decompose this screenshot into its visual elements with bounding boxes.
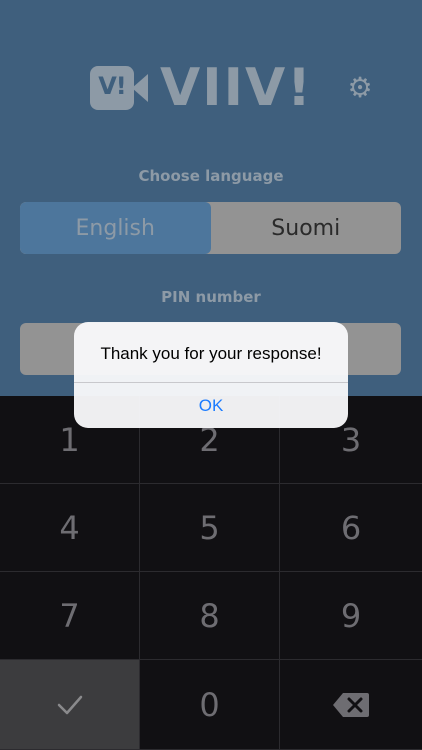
pin-label: PIN number xyxy=(161,288,261,306)
key-0[interactable]: 0 xyxy=(140,660,280,750)
app-screen: V! VIIV! ⚙ Choose language English Suomi… xyxy=(0,0,422,750)
key-7[interactable]: 7 xyxy=(0,572,140,660)
language-selector[interactable]: English Suomi xyxy=(20,202,401,254)
language-option-suomi[interactable]: Suomi xyxy=(211,202,402,254)
key-9[interactable]: 9 xyxy=(280,572,422,660)
video-camera-icon: V! xyxy=(90,62,148,114)
logo-badge-text: V! xyxy=(98,72,127,100)
alert-ok-button[interactable]: OK xyxy=(74,383,348,428)
logo-text: VIIV! xyxy=(160,58,313,118)
alert-dialog: Thank you for your response! OK xyxy=(74,322,348,428)
gear-icon[interactable]: ⚙ xyxy=(346,74,374,102)
key-8[interactable]: 8 xyxy=(140,572,280,660)
key-5[interactable]: 5 xyxy=(140,484,280,572)
backspace-icon xyxy=(333,692,369,717)
key-6[interactable]: 6 xyxy=(280,484,422,572)
done-key[interactable] xyxy=(0,660,140,750)
checkmark-icon xyxy=(57,695,82,714)
alert-message: Thank you for your response! xyxy=(100,344,322,363)
key-4[interactable]: 4 xyxy=(0,484,140,572)
app-logo: V! VIIV! xyxy=(90,58,313,118)
language-label: Choose language xyxy=(138,167,284,185)
numeric-keypad: 1 2 3 4 5 6 7 8 9 0 xyxy=(0,396,422,750)
delete-key[interactable] xyxy=(280,660,422,750)
language-option-english[interactable]: English xyxy=(20,202,211,254)
